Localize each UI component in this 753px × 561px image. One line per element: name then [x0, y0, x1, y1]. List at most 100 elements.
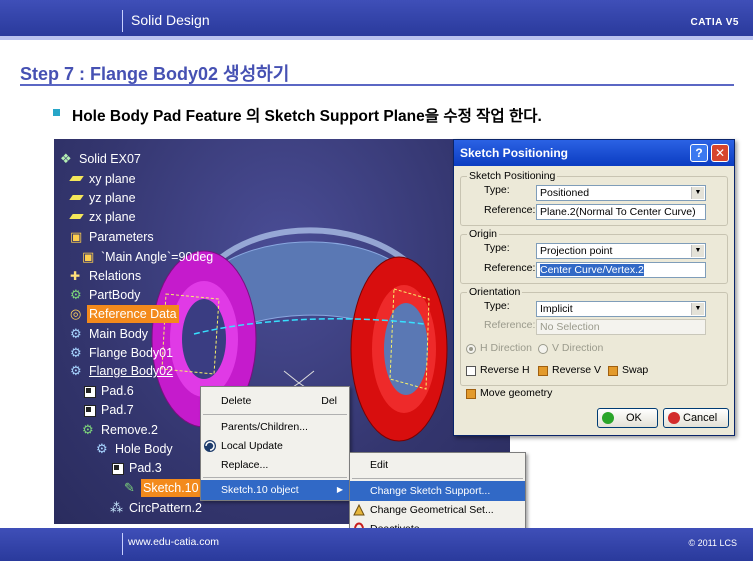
- chevron-down-icon[interactable]: ▼: [691, 187, 704, 199]
- slide-footer-bar: www.edu-catia.com © 2011 LCS: [0, 528, 753, 561]
- origin-reference-field[interactable]: Center Curve/Vertex.2: [536, 262, 706, 278]
- tree-item-flange-body01[interactable]: Flange Body01: [70, 344, 175, 362]
- h-direction-label: H Direction: [480, 342, 532, 354]
- menu-separator: [352, 478, 523, 479]
- origin-reference-label: Reference:: [484, 262, 536, 274]
- cancel-button[interactable]: Cancel: [663, 408, 729, 428]
- pad-icon: [110, 462, 124, 475]
- plane-icon: [70, 192, 84, 204]
- header-underline: [0, 36, 753, 40]
- move-geometry-checkbox[interactable]: [466, 389, 476, 399]
- dialog-title: Sketch Positioning: [460, 146, 569, 160]
- reverse-h-checkbox[interactable]: [466, 366, 476, 376]
- footer-url[interactable]: www.edu-catia.com: [128, 536, 219, 548]
- instruction-bullet: Hole Body Pad Feature 의 Sketch Support P…: [53, 104, 542, 126]
- ok-button[interactable]: OK: [597, 408, 658, 428]
- parameter-icon: [82, 248, 96, 266]
- tree-item-main-angle[interactable]: `Main Angle`=90deg: [82, 248, 215, 266]
- remove-icon: [82, 421, 96, 439]
- menu-separator: [203, 477, 347, 478]
- menu-item-delete[interactable]: Delete Del: [201, 391, 349, 411]
- tree-item-zx-plane[interactable]: zx plane: [70, 208, 138, 226]
- tree-item-yz-plane[interactable]: yz plane: [70, 189, 138, 207]
- origin-type-select[interactable]: Projection point ▼: [536, 243, 706, 259]
- bullet-square-icon: [53, 109, 60, 116]
- sketch-object-submenu[interactable]: Edit Change Sketch Support... Change Geo…: [349, 452, 526, 540]
- submenu-arrow-icon: ▶: [336, 485, 343, 494]
- tree-item-main-body[interactable]: Main Body: [70, 325, 150, 343]
- chevron-down-icon[interactable]: ▼: [691, 245, 704, 257]
- body-icon: [70, 286, 84, 304]
- tree-item-parameters[interactable]: Parameters: [70, 228, 156, 246]
- sketch-icon: [124, 479, 138, 497]
- menu-item-parents-children[interactable]: Parents/Children...: [201, 417, 349, 437]
- menu-item-local-update[interactable]: Local Update: [201, 436, 349, 456]
- tree-item-hole-body[interactable]: Hole Body: [96, 440, 175, 458]
- reverse-h-label: Reverse H: [480, 364, 530, 376]
- swap-checkbox[interactable]: [608, 366, 618, 376]
- geometrical-set-icon: [353, 503, 365, 516]
- relations-icon: [70, 267, 84, 285]
- menu-item-change-geometrical-set[interactable]: Change Geometrical Set...: [350, 500, 525, 520]
- parameters-icon: [70, 228, 84, 246]
- tree-item-solid-ex07[interactable]: Solid EX07: [60, 150, 143, 168]
- menu-separator: [203, 414, 347, 415]
- update-icon: [204, 440, 216, 452]
- ok-check-icon: [602, 412, 614, 424]
- context-menu[interactable]: Delete Del Parents/Children... Local Upd…: [200, 386, 350, 501]
- body-icon: [70, 344, 84, 362]
- cancel-icon: [668, 412, 680, 424]
- reference-icon: [70, 305, 84, 323]
- menu-item-sketch-10-object[interactable]: Sketch.10 object ▶: [201, 480, 349, 500]
- chevron-down-icon[interactable]: ▼: [691, 303, 704, 315]
- slide-header-bar: Solid Design CATIA V5: [0, 0, 753, 36]
- positioning-type-select[interactable]: Positioned ▼: [536, 185, 706, 201]
- tree-item-remove-2[interactable]: Remove.2: [82, 421, 160, 439]
- tree-item-relations[interactable]: Relations: [70, 267, 143, 285]
- tree-item-pad-3[interactable]: Pad.3: [110, 459, 164, 477]
- tree-item-reference-data[interactable]: Reference Data: [70, 305, 179, 323]
- tree-item-xy-plane[interactable]: xy plane: [70, 170, 138, 188]
- tree-item-pad-6[interactable]: Pad.6: [82, 382, 136, 400]
- part-icon: [60, 150, 74, 168]
- pattern-icon: [110, 499, 124, 517]
- pad-icon: [82, 385, 96, 398]
- tree-item-partbody[interactable]: PartBody: [70, 286, 142, 304]
- pad-icon: [82, 404, 96, 417]
- orientation-type-label: Type:: [484, 300, 510, 312]
- body-icon: [96, 440, 110, 458]
- menu-item-edit[interactable]: Edit: [350, 455, 525, 475]
- positioning-type-label: Type:: [484, 184, 510, 196]
- tree-item-sketch-10[interactable]: Sketch.10: [124, 479, 201, 497]
- body-icon: [70, 325, 84, 343]
- v-direction-radio[interactable]: [538, 344, 548, 354]
- plane-icon: [70, 173, 84, 185]
- instruction-text: Hole Body Pad Feature 의 Sketch Support P…: [72, 108, 542, 125]
- help-button[interactable]: ?: [690, 144, 708, 162]
- slide-brand: CATIA V5: [690, 17, 739, 28]
- header-divider: [122, 10, 123, 32]
- positioning-reference-label: Reference:: [484, 204, 536, 216]
- menu-item-replace[interactable]: Replace...: [201, 455, 349, 475]
- orientation-reference-field[interactable]: No Selection: [536, 319, 706, 335]
- orientation-reference-label: Reference:: [484, 319, 536, 331]
- footer-divider: [122, 533, 123, 555]
- close-button[interactable]: ✕: [711, 144, 729, 162]
- v-direction-label: V Direction: [552, 342, 604, 354]
- body-icon: [70, 362, 84, 380]
- positioning-reference-field[interactable]: Plane.2(Normal To Center Curve): [536, 204, 706, 220]
- orientation-type-select[interactable]: Implicit ▼: [536, 301, 706, 317]
- origin-type-label: Type:: [484, 242, 510, 254]
- tree-item-pad-7[interactable]: Pad.7: [82, 401, 136, 419]
- tree-item-circpattern-2[interactable]: CircPattern.2: [110, 499, 204, 517]
- swap-label: Swap: [622, 364, 649, 376]
- menu-item-change-sketch-support[interactable]: Change Sketch Support...: [350, 481, 525, 501]
- sketch-positioning-dialog[interactable]: Sketch Positioning ? ✕ Sketch Positionin…: [453, 139, 735, 436]
- move-geometry-label: Move geometry: [480, 387, 553, 399]
- step-title: Step 7 : Flange Body02 생성하기: [20, 64, 290, 84]
- reverse-v-checkbox[interactable]: [538, 366, 548, 376]
- tree-item-flange-body02[interactable]: Flange Body02: [70, 362, 175, 380]
- title-rule: [20, 84, 734, 86]
- reverse-v-label: Reverse V: [552, 364, 602, 376]
- h-direction-radio[interactable]: [466, 344, 476, 354]
